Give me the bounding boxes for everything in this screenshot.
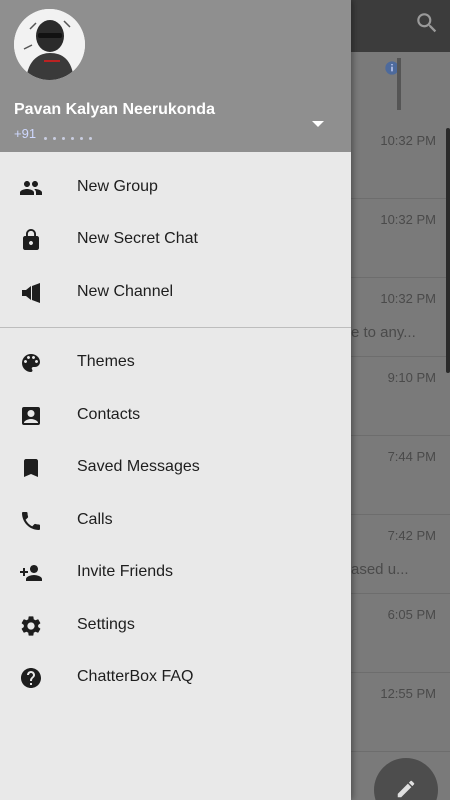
menu-label-new-group: New Group bbox=[77, 178, 158, 195]
profile-name: Pavan Kalyan Neerukonda bbox=[14, 101, 215, 118]
edge-indicator bbox=[446, 128, 450, 373]
add-person-icon bbox=[19, 561, 43, 585]
search-icon[interactable] bbox=[414, 10, 440, 36]
chat-row[interactable]: 7:42 PM ased u... bbox=[351, 515, 450, 594]
menu-item-new-secret-chat[interactable]: New Secret Chat bbox=[0, 214, 351, 266]
menu-item-faq[interactable]: ChatterBox FAQ bbox=[0, 652, 351, 704]
profile-phone: +91 bbox=[14, 126, 37, 141]
menu-label-faq: ChatterBox FAQ bbox=[77, 668, 194, 685]
pencil-icon bbox=[397, 780, 415, 798]
menu-item-contacts[interactable]: Contacts bbox=[0, 390, 351, 442]
phone-icon bbox=[19, 509, 43, 533]
menu-label-new-channel: New Channel bbox=[77, 283, 174, 300]
menu-item-themes[interactable]: Themes bbox=[0, 337, 351, 389]
chat-row[interactable]: 10:32 PM bbox=[351, 120, 450, 199]
chat-row[interactable]: 7:44 PM bbox=[351, 436, 450, 515]
menu-item-settings[interactable]: Settings bbox=[0, 600, 351, 652]
phone-number-redacted bbox=[44, 131, 108, 141]
menu-label-calls: Calls bbox=[77, 511, 113, 528]
menu-item-calls[interactable]: Calls bbox=[0, 495, 351, 547]
group-icon bbox=[19, 176, 43, 200]
chat-time: 10:32 PM bbox=[380, 212, 436, 227]
chat-row[interactable]: 6:05 PM bbox=[351, 594, 450, 673]
palette-icon bbox=[19, 351, 43, 375]
contact-card-icon bbox=[19, 404, 43, 428]
chat-time: 10:32 PM bbox=[380, 291, 436, 306]
navigation-drawer: Pavan Kalyan Neerukonda +91 New Group Ne… bbox=[0, 0, 351, 800]
menu-label-invite-friends: Invite Friends bbox=[77, 563, 174, 580]
chat-row[interactable]: 9:10 PM bbox=[351, 357, 450, 436]
menu-divider bbox=[0, 327, 351, 328]
menu-label-new-secret-chat: New Secret Chat bbox=[77, 230, 198, 247]
menu-item-invite-friends[interactable]: Invite Friends bbox=[0, 547, 351, 599]
help-icon bbox=[19, 666, 43, 690]
menu-label-saved-messages: Saved Messages bbox=[77, 458, 200, 475]
lock-icon bbox=[19, 228, 43, 252]
chat-time: 12:55 PM bbox=[380, 686, 436, 701]
chevron-down-icon[interactable] bbox=[310, 116, 326, 127]
chat-time: 7:42 PM bbox=[387, 528, 436, 543]
scroll-indicator bbox=[397, 58, 401, 110]
chat-time: 6:05 PM bbox=[387, 607, 436, 622]
avatar[interactable] bbox=[14, 9, 85, 80]
drawer-header: Pavan Kalyan Neerukonda +91 bbox=[0, 0, 351, 152]
chat-time: 7:44 PM bbox=[387, 449, 436, 464]
gear-icon bbox=[19, 614, 43, 638]
chat-time: 9:10 PM bbox=[387, 370, 436, 385]
menu-item-new-channel[interactable]: New Channel bbox=[0, 267, 351, 319]
chat-row[interactable]: 12:55 PM bbox=[351, 673, 450, 752]
menu-label-contacts: Contacts bbox=[77, 406, 141, 423]
chat-time: 10:32 PM bbox=[380, 133, 436, 148]
megaphone-icon bbox=[19, 281, 43, 305]
menu-item-saved-messages[interactable]: Saved Messages bbox=[0, 442, 351, 494]
chat-row[interactable]: 10:32 PM e to any... bbox=[351, 278, 450, 357]
menu-label-themes: Themes bbox=[77, 353, 135, 370]
menu-item-new-group[interactable]: New Group bbox=[0, 162, 351, 214]
menu-label-settings: Settings bbox=[77, 616, 135, 633]
chat-snippet: e to any... bbox=[351, 324, 416, 341]
chat-snippet: ased u... bbox=[351, 561, 409, 578]
bookmark-icon bbox=[19, 456, 43, 480]
chat-row[interactable]: 10:32 PM bbox=[351, 199, 450, 278]
compose-button[interactable] bbox=[374, 758, 438, 800]
